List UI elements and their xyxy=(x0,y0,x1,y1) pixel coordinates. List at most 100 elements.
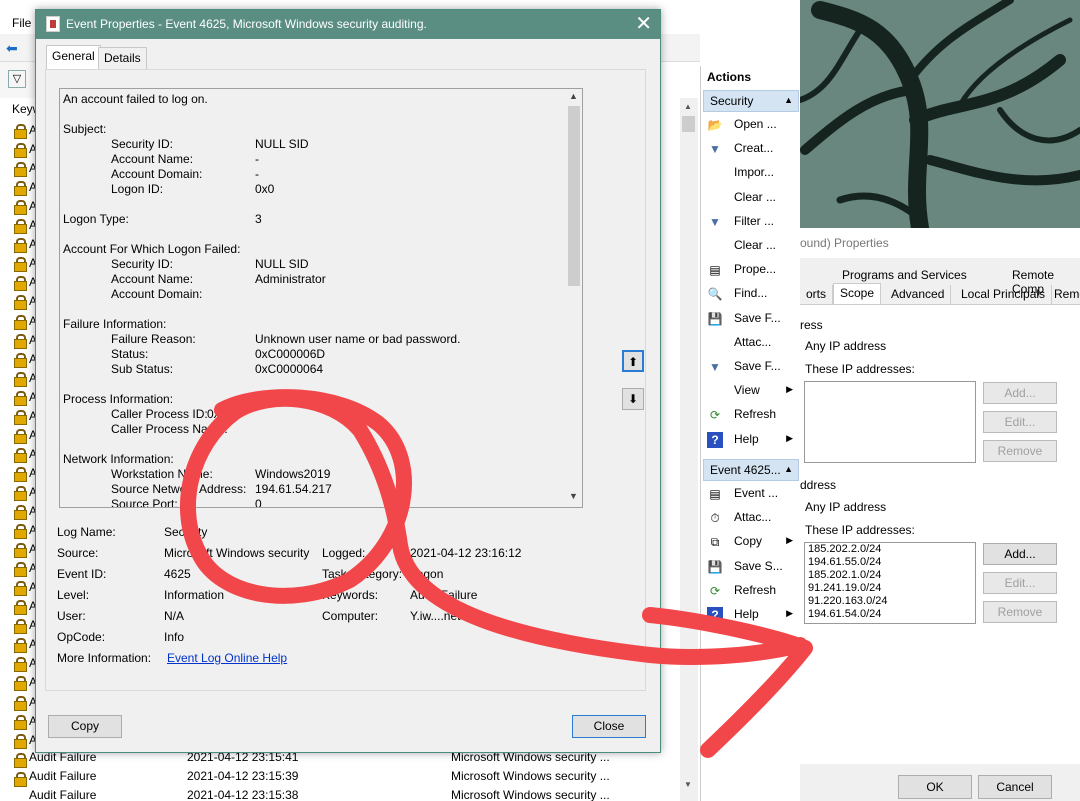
tab-remote-users[interactable]: Remo xyxy=(1048,285,1080,305)
action-label: Find... xyxy=(734,286,768,301)
table-row[interactable]: Audit Failure 2021-04-12 23:15:38 Microsof… xyxy=(0,786,700,801)
tab-scope[interactable]: Scope xyxy=(833,283,882,305)
list-item[interactable]: 91.241.19.0/24 xyxy=(805,582,975,595)
scrollbar-thumb[interactable] xyxy=(568,106,580,286)
action-item[interactable]: View ▶ xyxy=(705,380,799,402)
action-item[interactable]: ▤ Prope... xyxy=(705,259,799,281)
help-icon: ? xyxy=(707,431,723,448)
tab-ports[interactable]: orts xyxy=(800,285,834,305)
remote-ip-listbox[interactable]: 185.202.2.0/24 194.61.55.0/24 185.202.1.0/… xyxy=(804,542,976,624)
action-item[interactable]: ⟳ Refresh xyxy=(705,404,799,426)
tab-general[interactable]: General xyxy=(46,45,101,70)
event-log-online-help-link[interactable]: Event Log Online Help xyxy=(167,651,287,665)
action-item[interactable]: 💾 Save F... xyxy=(705,308,799,330)
action-item[interactable]: Attac... xyxy=(705,332,799,354)
list-item[interactable]: 185.202.1.0/24 xyxy=(805,569,975,582)
action-item[interactable]: 💾 Save S... xyxy=(705,556,799,578)
action-item[interactable]: Clear ... xyxy=(705,187,799,209)
local-edit-button[interactable]: Edit... xyxy=(983,411,1057,433)
action-item[interactable]: 📂 Open ... xyxy=(705,114,799,136)
action-item[interactable]: ⧉ Copy ▶ xyxy=(705,531,799,553)
filter-save-icon: ▼ xyxy=(709,360,721,374)
scope-panel: ress Any IP address These IP addresses: … xyxy=(800,304,1080,764)
desc-key: Account Name: xyxy=(111,272,194,286)
list-item[interactable]: 194.61.55.0/24 xyxy=(805,556,975,569)
previous-event-button[interactable]: ⬆ xyxy=(622,350,644,372)
action-item[interactable]: ▼ Save F... xyxy=(705,356,799,378)
action-label: Refresh xyxy=(734,582,777,597)
dialog-title: Event Properties - Event 4625, Microsoft… xyxy=(66,17,427,31)
action-item[interactable]: ? Help ▶ xyxy=(705,429,799,451)
list-item[interactable]: 185.202.2.0/24 xyxy=(805,543,975,556)
remote-any-ip-radio[interactable]: Any IP address xyxy=(805,500,886,514)
folder-open-icon: 📂 xyxy=(707,118,723,132)
audit-failure-lock-icon xyxy=(14,181,27,197)
copy-button[interactable]: Copy xyxy=(48,715,122,738)
collapse-icon[interactable]: ▲ xyxy=(784,464,793,474)
event-description-box[interactable]: An account failed to log on. Subject: Se… xyxy=(59,88,583,508)
filter-icon[interactable]: ▽ xyxy=(8,70,26,88)
list-item[interactable]: 194.61.54.0/24 xyxy=(805,608,975,621)
filter-bar: ▽ xyxy=(0,62,36,98)
audit-failure-lock-icon xyxy=(14,124,27,139)
action-item[interactable]: ▤ Event ... xyxy=(705,483,799,505)
remote-remove-button[interactable]: Remove xyxy=(983,601,1057,623)
action-item[interactable]: 🔍 Find... xyxy=(705,283,799,305)
tab-advanced[interactable]: Advanced xyxy=(885,285,952,305)
back-arrow-icon[interactable]: ⬅ xyxy=(6,40,18,57)
audit-failure-lock-icon xyxy=(14,428,27,444)
actions-section-event[interactable]: Event 4625... ▲ xyxy=(703,459,799,481)
collapse-icon[interactable]: ▲ xyxy=(784,95,793,105)
table-row[interactable]: Audit Failure 2021-04-12 23:15:39 Microsof… xyxy=(0,767,700,786)
desc-subject-heading: Subject: xyxy=(63,122,107,136)
close-button[interactable]: Close xyxy=(572,715,646,738)
tab-local-principals[interactable]: Local Principals xyxy=(955,285,1053,305)
menu-file[interactable]: File xyxy=(12,16,31,30)
local-any-ip-radio[interactable]: Any IP address xyxy=(805,339,886,353)
audit-failure-lock-icon xyxy=(14,143,27,159)
logged-value: 2021-04-12 23:16:12 xyxy=(410,546,522,560)
description-scrollbar[interactable]: ▲ ▼ xyxy=(565,89,582,507)
action-item[interactable]: ▼ Filter ... xyxy=(705,211,799,233)
action-item[interactable]: ▼ Creat... xyxy=(705,138,799,160)
copy-icon: ⧉ xyxy=(710,535,720,550)
keywords-value: Audit Failure xyxy=(410,588,478,602)
audit-failure-lock-icon xyxy=(14,466,27,482)
cancel-button[interactable]: Cancel xyxy=(978,775,1052,799)
tab-details[interactable]: Details xyxy=(98,47,147,69)
actions-section-security[interactable]: Security ▲ xyxy=(703,90,799,112)
audit-failure-lock-icon xyxy=(14,733,27,749)
next-event-button[interactable]: ⬇ xyxy=(622,388,644,410)
audit-failure-lock-icon xyxy=(14,314,27,330)
action-item[interactable]: ⏱ Attac... xyxy=(705,507,799,529)
scroll-up-icon[interactable]: ▲ xyxy=(569,91,578,101)
desc-key: Account Domain: xyxy=(111,287,203,301)
local-ip-listbox[interactable] xyxy=(804,381,976,463)
action-item[interactable]: ⟳ Refresh xyxy=(705,580,799,602)
event-properties-dialog: Event Properties - Event 4625, Microsoft… xyxy=(35,9,661,753)
event-list-scrollbar[interactable]: ▲ ▼ xyxy=(680,98,698,801)
local-add-button[interactable]: Add... xyxy=(983,382,1057,404)
row-date: 2021-04-12 23:15:39 xyxy=(187,769,299,783)
audit-failure-lock-icon xyxy=(14,524,27,540)
desc-value: 194.61.54.217 xyxy=(255,482,332,496)
row-date: 2021-04-12 23:15:38 xyxy=(187,788,299,801)
scroll-down-icon[interactable]: ▼ xyxy=(569,491,578,501)
action-item[interactable]: Clear ... xyxy=(705,235,799,257)
scroll-up-icon[interactable]: ▲ xyxy=(684,102,692,111)
local-these-ip-radio[interactable]: These IP addresses: xyxy=(805,362,915,376)
ok-button[interactable]: OK xyxy=(898,775,972,799)
action-item[interactable]: Impor... xyxy=(705,162,799,184)
local-remove-button[interactable]: Remove xyxy=(983,440,1057,462)
remote-add-button[interactable]: Add... xyxy=(983,543,1057,565)
scrollbar-thumb[interactable] xyxy=(682,116,695,132)
action-label: Open ... xyxy=(734,117,777,131)
firewall-properties-titlebar: ound) Properties xyxy=(800,228,1080,258)
remote-these-ip-radio[interactable]: These IP addresses: xyxy=(805,523,915,537)
close-icon[interactable]: ✕ xyxy=(635,12,652,36)
tab-remote-computers[interactable]: Remote Comp xyxy=(1012,268,1080,296)
action-item[interactable]: ? Help ▶ xyxy=(705,604,799,626)
list-item[interactable]: 91.220.163.0/24 xyxy=(805,595,975,608)
remote-edit-button[interactable]: Edit... xyxy=(983,572,1057,594)
more-information-label: More Information: xyxy=(57,651,152,665)
